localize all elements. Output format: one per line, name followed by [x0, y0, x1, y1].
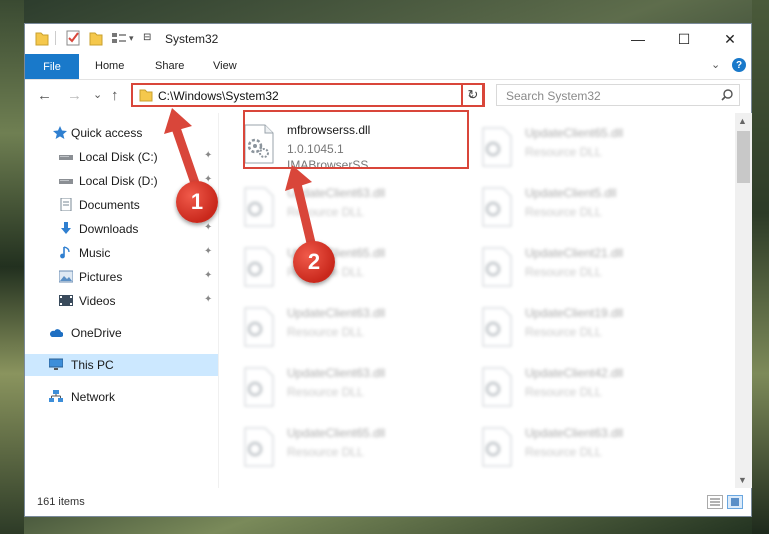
arrow-1-shaft: [171, 123, 201, 191]
step-1-badge: 1: [176, 181, 218, 223]
arrow-2-shaft: [292, 179, 317, 252]
annotation-arrows: [164, 108, 317, 252]
step-2-badge: 2: [293, 241, 335, 283]
